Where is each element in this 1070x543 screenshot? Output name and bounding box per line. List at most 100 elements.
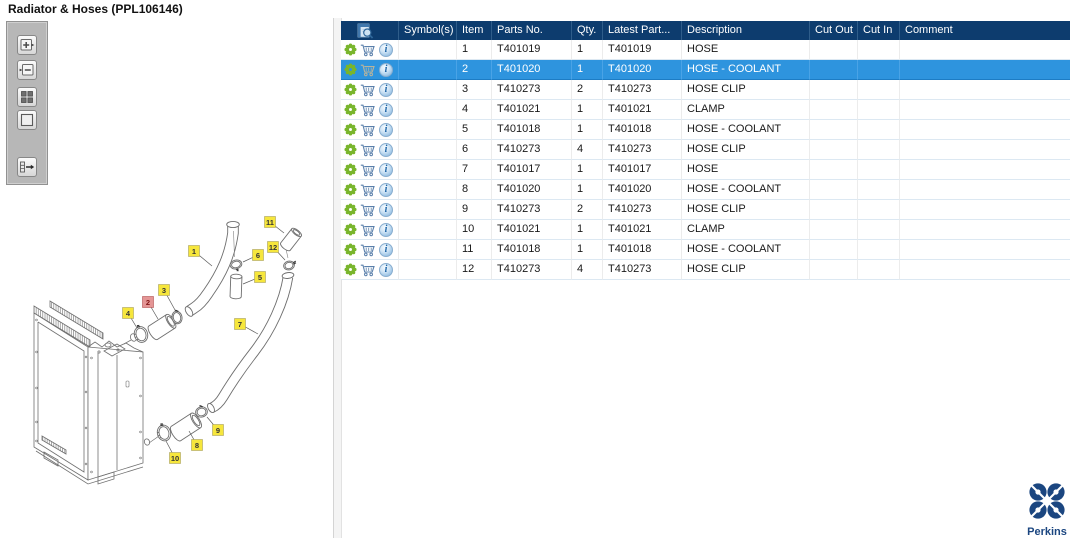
cell-description[interactable]: HOSE - COOLANT bbox=[682, 180, 810, 200]
info-icon[interactable]: i bbox=[379, 43, 393, 57]
header-qty[interactable]: Qty. bbox=[572, 21, 603, 40]
cell-qty[interactable]: 1 bbox=[572, 180, 603, 200]
table-row[interactable]: i 11 T401018 1 T401018 HOSE - COOLANT bbox=[341, 240, 1070, 260]
cell-description[interactable]: HOSE - COOLANT bbox=[682, 240, 810, 260]
cell-comment[interactable] bbox=[900, 60, 1070, 80]
cell-parts-no[interactable]: T401018 bbox=[492, 240, 572, 260]
cell-parts-no[interactable]: T401019 bbox=[492, 40, 572, 60]
cell-cut-out[interactable] bbox=[810, 200, 858, 220]
cell-parts-no[interactable]: T401020 bbox=[492, 180, 572, 200]
header-cell-preview[interactable] bbox=[341, 21, 399, 40]
cell-symbols[interactable] bbox=[399, 240, 457, 260]
cell-comment[interactable] bbox=[900, 100, 1070, 120]
info-icon[interactable]: i bbox=[379, 183, 393, 197]
cell-parts-no[interactable]: T410273 bbox=[492, 140, 572, 160]
cell-cut-out[interactable] bbox=[810, 100, 858, 120]
cell-comment[interactable] bbox=[900, 80, 1070, 100]
cell-cut-out[interactable] bbox=[810, 60, 858, 80]
cell-qty[interactable]: 1 bbox=[572, 220, 603, 240]
cell-parts-no[interactable]: T401021 bbox=[492, 100, 572, 120]
cell-description[interactable]: CLAMP bbox=[682, 220, 810, 240]
settings-gear-icon[interactable] bbox=[344, 223, 357, 236]
cell-latest-part[interactable]: T401018 bbox=[603, 240, 682, 260]
cell-item[interactable]: 7 bbox=[457, 160, 492, 180]
cell-latest-part[interactable]: T410273 bbox=[603, 140, 682, 160]
cell-cut-out[interactable] bbox=[810, 80, 858, 100]
cell-parts-no[interactable]: T401020 bbox=[492, 60, 572, 80]
cell-item[interactable]: 8 bbox=[457, 180, 492, 200]
cell-cut-in[interactable] bbox=[858, 140, 900, 160]
cell-qty[interactable]: 2 bbox=[572, 80, 603, 100]
cell-description[interactable]: HOSE - COOLANT bbox=[682, 60, 810, 80]
cell-qty[interactable]: 1 bbox=[572, 240, 603, 260]
cell-latest-part[interactable]: T410273 bbox=[603, 260, 682, 280]
cell-cut-in[interactable] bbox=[858, 200, 900, 220]
cell-item[interactable]: 9 bbox=[457, 200, 492, 220]
cell-latest-part[interactable]: T401018 bbox=[603, 120, 682, 140]
table-row[interactable]: i 7 T401017 1 T401017 HOSE bbox=[341, 160, 1070, 180]
cell-cut-out[interactable] bbox=[810, 220, 858, 240]
cell-latest-part[interactable]: T401020 bbox=[603, 180, 682, 200]
header-description[interactable]: Description bbox=[682, 21, 810, 40]
info-icon[interactable]: i bbox=[379, 203, 393, 217]
settings-gear-icon[interactable] bbox=[344, 203, 357, 216]
cell-cut-out[interactable] bbox=[810, 40, 858, 60]
cell-symbols[interactable] bbox=[399, 220, 457, 240]
cell-qty[interactable]: 2 bbox=[572, 200, 603, 220]
table-row[interactable]: i 4 T401021 1 T401021 CLAMP bbox=[341, 100, 1070, 120]
cell-symbols[interactable] bbox=[399, 180, 457, 200]
header-symbols[interactable]: Symbol(s) bbox=[399, 21, 457, 40]
settings-gear-icon[interactable] bbox=[344, 63, 357, 76]
cell-cut-out[interactable] bbox=[810, 240, 858, 260]
cell-qty[interactable]: 1 bbox=[572, 100, 603, 120]
settings-gear-icon[interactable] bbox=[344, 143, 357, 156]
cell-description[interactable]: HOSE bbox=[682, 40, 810, 60]
add-to-cart-icon[interactable] bbox=[360, 103, 376, 117]
cell-symbols[interactable] bbox=[399, 120, 457, 140]
add-to-cart-icon[interactable] bbox=[360, 143, 376, 157]
cell-item[interactable]: 4 bbox=[457, 100, 492, 120]
cell-cut-in[interactable] bbox=[858, 220, 900, 240]
cell-latest-part[interactable]: T401019 bbox=[603, 40, 682, 60]
cell-description[interactable]: HOSE CLIP bbox=[682, 140, 810, 160]
settings-gear-icon[interactable] bbox=[344, 163, 357, 176]
cell-latest-part[interactable]: T401021 bbox=[603, 100, 682, 120]
cell-cut-out[interactable] bbox=[810, 120, 858, 140]
header-cut-in[interactable]: Cut In bbox=[858, 21, 900, 40]
cell-item[interactable]: 5 bbox=[457, 120, 492, 140]
cell-item[interactable]: 10 bbox=[457, 220, 492, 240]
settings-gear-icon[interactable] bbox=[344, 243, 357, 256]
cell-comment[interactable] bbox=[900, 140, 1070, 160]
add-to-cart-icon[interactable] bbox=[360, 83, 376, 97]
cell-symbols[interactable] bbox=[399, 60, 457, 80]
cell-cut-out[interactable] bbox=[810, 260, 858, 280]
settings-gear-icon[interactable] bbox=[344, 103, 357, 116]
cell-cut-in[interactable] bbox=[858, 120, 900, 140]
table-row[interactable]: i 12 T410273 4 T410273 HOSE CLIP bbox=[341, 260, 1070, 280]
add-to-cart-icon[interactable] bbox=[360, 43, 376, 57]
header-latest-part[interactable]: Latest Part... bbox=[603, 21, 682, 40]
cell-latest-part[interactable]: T401021 bbox=[603, 220, 682, 240]
info-icon[interactable]: i bbox=[379, 63, 393, 77]
cell-qty[interactable]: 1 bbox=[572, 120, 603, 140]
add-to-cart-icon[interactable] bbox=[360, 223, 376, 237]
cell-comment[interactable] bbox=[900, 240, 1070, 260]
zoom-in-button[interactable] bbox=[17, 35, 37, 55]
toggle-panel-button[interactable] bbox=[17, 157, 37, 177]
info-icon[interactable]: i bbox=[379, 103, 393, 117]
cell-comment[interactable] bbox=[900, 40, 1070, 60]
cell-qty[interactable]: 1 bbox=[572, 160, 603, 180]
table-row[interactable]: i 1 T401019 1 T401019 HOSE bbox=[341, 40, 1070, 60]
cell-parts-no[interactable]: T410273 bbox=[492, 260, 572, 280]
cell-symbols[interactable] bbox=[399, 100, 457, 120]
info-icon[interactable]: i bbox=[379, 143, 393, 157]
cell-symbols[interactable] bbox=[399, 40, 457, 60]
cell-parts-no[interactable]: T401017 bbox=[492, 160, 572, 180]
tile-view-button[interactable] bbox=[17, 87, 37, 107]
settings-gear-icon[interactable] bbox=[344, 43, 357, 56]
cell-parts-no[interactable]: T401021 bbox=[492, 220, 572, 240]
info-icon[interactable]: i bbox=[379, 83, 393, 97]
cell-latest-part[interactable]: T410273 bbox=[603, 200, 682, 220]
cell-item[interactable]: 3 bbox=[457, 80, 492, 100]
cell-comment[interactable] bbox=[900, 200, 1070, 220]
